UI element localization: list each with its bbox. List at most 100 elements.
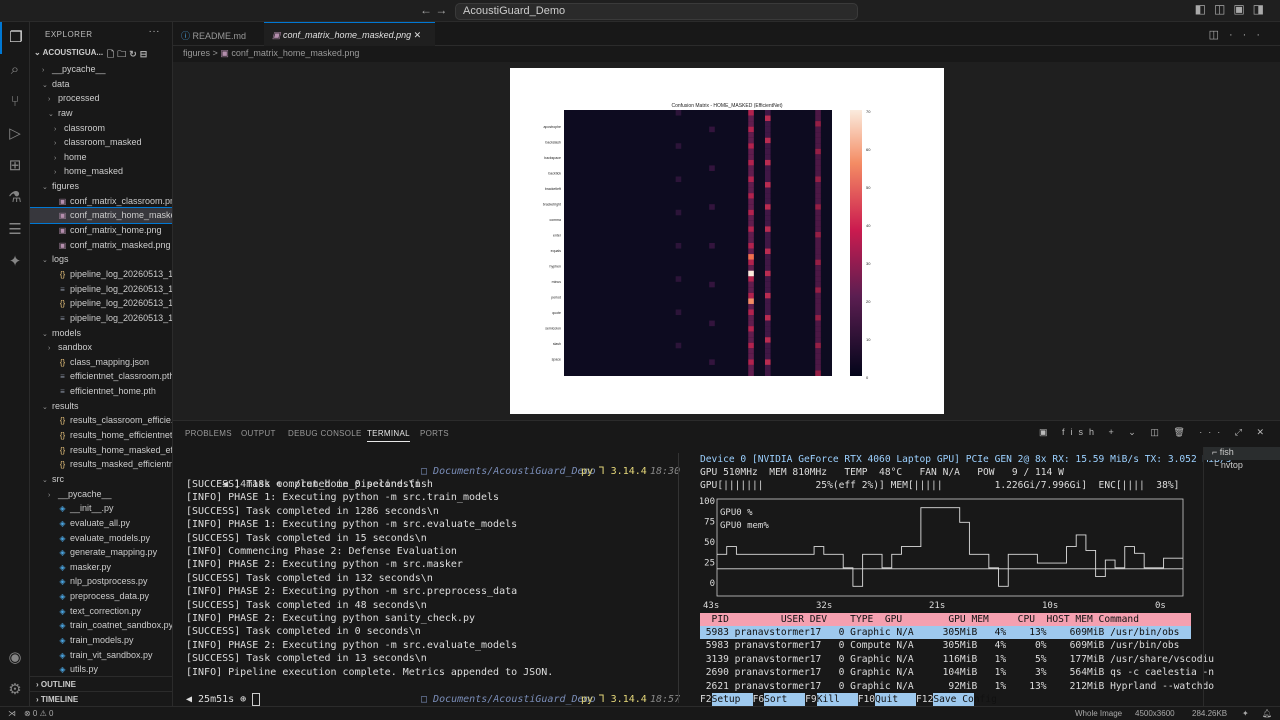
tree-item[interactable]: › classroom bbox=[30, 121, 172, 136]
tab-terminal[interactable]: TERMINAL bbox=[367, 429, 410, 442]
tree-item[interactable]: › home bbox=[30, 150, 172, 165]
extensions-icon[interactable]: ⊞ bbox=[0, 150, 30, 182]
tree-item[interactable]: ≡ pipeline_log_20260513_18... bbox=[30, 311, 172, 326]
copilot-icon[interactable]: ✦ bbox=[0, 246, 30, 278]
tree-item[interactable]: ◈ text_correction.py bbox=[30, 604, 172, 619]
remote-icon[interactable]: ⋊ bbox=[8, 709, 16, 718]
process-row[interactable]: 5983 pranavstormer17 0 Graphic N/A 305Mi… bbox=[700, 626, 1191, 640]
tree-item[interactable]: ◈ evaluate_all.py bbox=[30, 516, 172, 531]
tree-item[interactable]: ◈ nlp_postprocess.py bbox=[30, 574, 172, 589]
terminal-item-nvtop[interactable]: └ nvtop bbox=[1204, 460, 1280, 473]
command-center[interactable]: AcoustiGuard_Demo bbox=[455, 3, 858, 20]
matrix-cell bbox=[709, 243, 715, 249]
tab-ports[interactable]: PORTS bbox=[420, 429, 449, 438]
tree-item[interactable]: › processed bbox=[30, 91, 172, 106]
tree-item[interactable]: ⌄ models bbox=[30, 326, 172, 341]
tree-item[interactable]: ◈ evaluate_models.py bbox=[30, 531, 172, 546]
outline-section[interactable]: › OUTLINE bbox=[30, 676, 172, 691]
fkey[interactable]: F12 bbox=[916, 694, 933, 705]
copilot-status-icon[interactable]: ✦ bbox=[1242, 709, 1249, 718]
tree-item[interactable]: {} results_classroom_efficie... bbox=[30, 413, 172, 428]
tree-item[interactable]: ▣ conf_matrix_home.png bbox=[30, 223, 172, 238]
process-row[interactable]: 3139 pranavstormer17 0 Graphic N/A 116Mi… bbox=[700, 653, 1214, 666]
fkey-label[interactable]: Kill bbox=[816, 693, 858, 707]
tree-item[interactable]: ▣ conf_matrix_home_maske... bbox=[30, 207, 172, 225]
testing-icon[interactable]: ⚗ bbox=[0, 182, 30, 214]
tree-item[interactable]: ◈ utils.py bbox=[30, 662, 172, 677]
breadcrumb-folder[interactable]: figures bbox=[183, 48, 210, 58]
tab-conf-matrix[interactable]: ▣ conf_matrix_home_masked.png ✕ bbox=[264, 22, 435, 46]
tree-item[interactable]: ◈ __init__.py bbox=[30, 501, 172, 516]
tree-item[interactable]: ⌄ src bbox=[30, 472, 172, 487]
tab-debug-console[interactable]: DEBUG CONSOLE bbox=[288, 429, 362, 438]
process-row[interactable]: 2690 pranavstormer17 0 Graphic N/A 104Mi… bbox=[700, 666, 1214, 679]
tree-item[interactable]: {} pipeline_log_20260513_18... bbox=[30, 267, 172, 282]
tree-item[interactable]: ◈ masker.py bbox=[30, 560, 172, 575]
fkey-label[interactable]: Sort bbox=[764, 693, 806, 707]
fkey[interactable]: F10 bbox=[858, 694, 875, 705]
close-icon[interactable]: ✕ bbox=[414, 30, 422, 40]
tree-item[interactable]: ⌄ results bbox=[30, 399, 172, 414]
account-icon[interactable]: ◉ bbox=[0, 642, 30, 674]
fkey[interactable]: F9 bbox=[805, 694, 817, 705]
tab-readme[interactable]: ⓘ README.md bbox=[173, 22, 264, 46]
tree-item[interactable]: ◈ train_coatnet_sandbox.py bbox=[30, 618, 172, 633]
tree-item[interactable]: ⌄ data bbox=[30, 77, 172, 92]
tree-item[interactable]: ≡ pipeline_log_20260513_18... bbox=[30, 282, 172, 297]
tree-item[interactable]: ◈ preprocess_data.py bbox=[30, 589, 172, 604]
more-icon[interactable]: ··· bbox=[149, 26, 161, 37]
tree-item-label: text_correction.py bbox=[70, 605, 142, 616]
explorer-icon[interactable]: ❐ bbox=[0, 22, 30, 54]
tree-item[interactable]: ◈ train_models.py bbox=[30, 633, 172, 648]
tree-item[interactable]: ▣ conf_matrix_classroom.png bbox=[30, 194, 172, 209]
tab-output[interactable]: OUTPUT bbox=[241, 429, 276, 438]
process-row[interactable]: 2621 pranavstormer17 0 Graphic N/A 92MiB… bbox=[700, 680, 1214, 693]
tree-item[interactable]: ▣ conf_matrix_masked.png bbox=[30, 238, 172, 253]
back-forward-icon[interactable]: ← → bbox=[420, 3, 447, 17]
gear-icon[interactable]: ⚙ bbox=[0, 674, 30, 706]
tree-item[interactable]: {} results_home_masked_eff... bbox=[30, 443, 172, 458]
tree-item[interactable]: ⌄ raw bbox=[30, 106, 172, 121]
fkey[interactable]: F2 bbox=[700, 694, 712, 705]
timeline-section[interactable]: › TIMELINE bbox=[30, 691, 172, 706]
timeline-icon[interactable]: ☰ bbox=[0, 214, 30, 246]
zoom-mode[interactable]: Whole Image bbox=[1075, 709, 1122, 718]
source-control-icon[interactable]: ⑂ bbox=[0, 86, 30, 118]
terminal-area[interactable]: ◀ 14m18s ⊕ ./run_home_pipeline.fish □ Do… bbox=[173, 447, 1231, 707]
layout-controls[interactable]: ◧◫▣◨ bbox=[1195, 2, 1272, 16]
tree-item[interactable]: ◈ generate_mapping.py bbox=[30, 545, 172, 560]
run-debug-icon[interactable]: ▷ bbox=[0, 118, 30, 150]
fkey[interactable]: F6 bbox=[753, 694, 765, 705]
terminal-actions[interactable]: ▣ fish + ⌄ ◫ 🗑 ··· ⤢ ✕ bbox=[1039, 427, 1270, 438]
tree-item[interactable]: {} results_masked_efficientn... bbox=[30, 457, 172, 472]
function-keys[interactable]: F2Setup F6Sort F9Kill F10Quit F12Save Config bbox=[700, 693, 997, 707]
tree-item[interactable]: › classroom_masked bbox=[30, 135, 172, 150]
fkey-label[interactable]: Setup bbox=[711, 693, 753, 707]
tree-item[interactable]: {} pipeline_log_20260513_18... bbox=[30, 296, 172, 311]
pane-divider[interactable] bbox=[678, 453, 679, 703]
tree-item[interactable]: {} class_mapping.json bbox=[30, 355, 172, 370]
terminal-item-fish[interactable]: ⌐ fish bbox=[1204, 447, 1280, 460]
tree-item[interactable]: ≡ efficientnet_classroom.pth bbox=[30, 369, 172, 384]
problems-count[interactable]: ⊗ 0 ⚠ 0 bbox=[24, 709, 53, 718]
explorer-actions[interactable]: 🗋🗀↻⊟ bbox=[107, 47, 150, 63]
fkey-label[interactable]: Quit bbox=[875, 693, 917, 707]
tree-item[interactable]: {} results_home_efficientnet... bbox=[30, 428, 172, 443]
tree-item[interactable]: › home_masked bbox=[30, 164, 172, 179]
editor-actions[interactable]: ◫··· bbox=[1209, 28, 1270, 41]
tree-item-label: src bbox=[52, 473, 64, 484]
tree-item[interactable]: ◈ train_vit_sandbox.py bbox=[30, 648, 172, 663]
tree-item[interactable]: ⌄ figures bbox=[30, 179, 172, 194]
tree-item[interactable]: ≡ efficientnet_home.pth bbox=[30, 384, 172, 399]
fkey-label[interactable]: Save Config bbox=[933, 693, 997, 707]
tree-item[interactable]: ⌄ logs bbox=[30, 252, 172, 267]
tree-item[interactable]: › __pycache__ bbox=[30, 487, 172, 502]
workspace-root[interactable]: ⌄ ACOUSTIGUA... 🗋🗀↻⊟ bbox=[30, 46, 172, 62]
breadcrumb-file[interactable]: conf_matrix_home_masked.png bbox=[231, 48, 359, 58]
process-row[interactable]: 5983 pranavstormer17 0 Compute N/A 305Mi… bbox=[700, 639, 1191, 652]
tree-item[interactable]: › __pycache__ bbox=[30, 62, 172, 77]
bell-icon[interactable]: 🔔︎ bbox=[1262, 709, 1272, 718]
tab-problems[interactable]: PROBLEMS bbox=[185, 429, 232, 438]
search-icon[interactable]: ⌕ bbox=[0, 54, 30, 86]
tree-item[interactable]: › sandbox bbox=[30, 340, 172, 355]
